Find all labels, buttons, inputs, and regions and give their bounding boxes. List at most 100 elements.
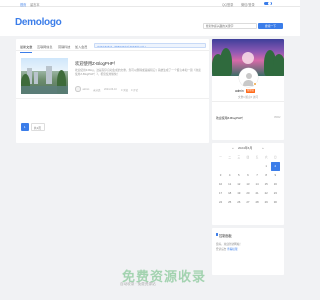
profile-stats: 文章1 留言0 访问	[238, 96, 258, 99]
calendar-weekday-row: 一 二 三 四 五 六 日	[216, 153, 280, 162]
tab-marketing[interactable]: 营销科技	[58, 44, 70, 49]
calendar-day: 7	[256, 173, 258, 177]
page-1-button[interactable]: 1	[21, 123, 29, 131]
tab-membership[interactable]: 加入会员	[75, 44, 87, 49]
theme-toggle-icon[interactable]	[264, 1, 272, 6]
calendar-day: 19	[237, 191, 241, 195]
calendar-weekday: 五	[255, 156, 259, 159]
calendar-day: 12	[237, 182, 241, 186]
calendar-week-row: 17 18 19 20 21 22 23	[216, 189, 280, 198]
article-tabs: 最新文章 互联网信息 营销科技 加入会员 欢迎光临本站，管理员可在后台修改此公告…	[16, 39, 209, 53]
calendar-day	[243, 162, 252, 171]
post-category[interactable]: 未分类	[93, 88, 101, 92]
calendar-prev-icon[interactable]: «	[232, 146, 234, 150]
calendar-day: 26	[237, 200, 241, 204]
calendar-day: 24	[218, 200, 223, 204]
post-title[interactable]: 欢迎使用Z-BlogPHP！	[75, 61, 118, 67]
page-total-label: 共1页	[30, 123, 45, 131]
calendar-weekday: 一	[219, 156, 222, 159]
tab-latest[interactable]: 最新文章	[20, 44, 33, 53]
calendar-weekday: 六	[264, 156, 268, 159]
author-avatar-icon	[75, 86, 81, 92]
post-thumbnail[interactable]	[21, 58, 68, 94]
calendar-day	[234, 162, 243, 171]
calendar-day: 23	[273, 191, 277, 195]
post-meta: admin 未分类 2024-06-10 0 浏览 0 评论	[75, 86, 203, 92]
main-content: 最新文章 互联网信息 营销科技 加入会员 欢迎光临本站，管理员可在后台修改此公告…	[16, 39, 209, 143]
user-avatar-icon[interactable]	[238, 68, 258, 87]
calendar-week-row: 10 11 12 13 14 15 16	[216, 180, 280, 189]
recent-post-link[interactable]: 欢迎使用Z-BlogPHP！	[216, 116, 245, 120]
calendar-day: 21	[255, 191, 259, 195]
calendar-day: 20	[246, 191, 250, 195]
post-excerpt: 欢迎使用Z-Blog，这是程序自动生成的文章，您可以删除或是编辑它:) 系统生成…	[75, 69, 201, 77]
calendar-day: 15	[264, 182, 268, 186]
watermark-subtext: 自动收录 · 免费资源站	[120, 282, 156, 286]
calendar-day: 18	[228, 191, 232, 195]
site-header: Demologo 搜索一下	[0, 7, 300, 36]
panel-icon	[215, 233, 219, 236]
post-author[interactable]: admin	[83, 88, 90, 91]
thumbnail-water	[21, 86, 68, 94]
calendar-day: 6	[247, 173, 249, 177]
calendar-day	[253, 162, 262, 171]
widget-title: 控制面板	[219, 234, 232, 238]
calendar-weekday: 日	[274, 156, 277, 159]
calendar-day: 1	[265, 164, 267, 168]
calendar-day: 22	[264, 191, 268, 195]
calendar-week-row: 3 4 5 6 7 8 9	[216, 171, 280, 180]
thumbnail-building	[34, 72, 38, 84]
calendar-next-icon[interactable]: »	[262, 146, 264, 150]
tab-internet[interactable]: 互联网信息	[37, 44, 52, 49]
widget-welcome-text: 您好，欢迎到访网站！	[216, 243, 242, 246]
banner-tree	[220, 48, 232, 76]
banner-sun	[242, 52, 254, 64]
admin-login-link[interactable]: 登录后台	[216, 248, 226, 251]
calendar-title: 2024年6月	[238, 146, 253, 150]
calendar-day: 13	[246, 182, 250, 186]
calendar-day: 29	[264, 200, 268, 204]
calendar-header: « 2024年6月 »	[212, 143, 284, 152]
search-button[interactable]: 搜索一下	[258, 23, 283, 29]
banner-tree	[273, 54, 284, 76]
calendar-week-row: 1 2	[216, 162, 280, 171]
calendar-day: 16	[273, 182, 277, 186]
calendar-day: 5	[238, 173, 240, 177]
calendar-day: 17	[218, 191, 223, 195]
calendar-day: 28	[255, 200, 259, 204]
calendar-day: 30	[273, 200, 277, 204]
notice-bar: 欢迎光临本站，管理员可在后台修改此公告！	[94, 42, 206, 48]
search-input[interactable]	[203, 23, 257, 29]
calendar-day: 27	[246, 200, 250, 204]
profile-card: admin 管理员 文章1 留言0 访问 欢迎使用Z-BlogPHP！ 05/0…	[212, 39, 284, 140]
calendar-day: 14	[255, 182, 259, 186]
calendar-weekday: 三	[237, 156, 241, 159]
calendar-day-today[interactable]: 2	[270, 162, 280, 171]
calendar-day: 4	[228, 173, 231, 177]
profile-name[interactable]: admin	[235, 89, 244, 93]
calendar-day: 3	[219, 173, 222, 177]
top-bar: 首页 留言本 QQ登录 微信/登录	[0, 0, 300, 7]
calendar-widget: « 2024年6月 » 一 二 三 四 五 六 日 1 2 3 4 5 6 7	[212, 143, 284, 225]
calendar-day	[225, 162, 234, 171]
calendar-day: 25	[228, 200, 232, 204]
avatar-head	[245, 72, 252, 79]
post-date: 2024-06-10	[104, 87, 117, 91]
online-status-icon	[253, 81, 257, 86]
widget-login-line: 登录后台 查看权限	[216, 247, 237, 251]
post-views: 0 浏览	[121, 88, 129, 92]
thumbnail-building	[46, 66, 52, 84]
site-logo[interactable]: Demologo	[15, 17, 62, 28]
calendar-day: 10	[218, 182, 223, 186]
calendar-day	[216, 162, 225, 171]
view-permission-link[interactable]: 查看权限	[227, 248, 237, 251]
admin-badge: 管理员	[246, 88, 256, 93]
calendar-day: 11	[228, 182, 232, 186]
recent-post-date: 05/02	[274, 116, 281, 120]
control-panel-widget: 控制面板 您好，欢迎到访网站！ 登录后台 查看权限	[212, 228, 284, 275]
calendar-weekday: 二	[228, 156, 231, 159]
calendar-grid: 一 二 三 四 五 六 日 1 2 3 4 5 6 7 8 9 10 11 12…	[216, 153, 280, 207]
list-item[interactable]: 欢迎使用Z-BlogPHP！ 欢迎使用Z-Blog，这是程序自动生成的文章，您可…	[16, 51, 209, 99]
calendar-day: 9	[274, 173, 277, 177]
post-comments: 0 评论	[131, 88, 139, 92]
